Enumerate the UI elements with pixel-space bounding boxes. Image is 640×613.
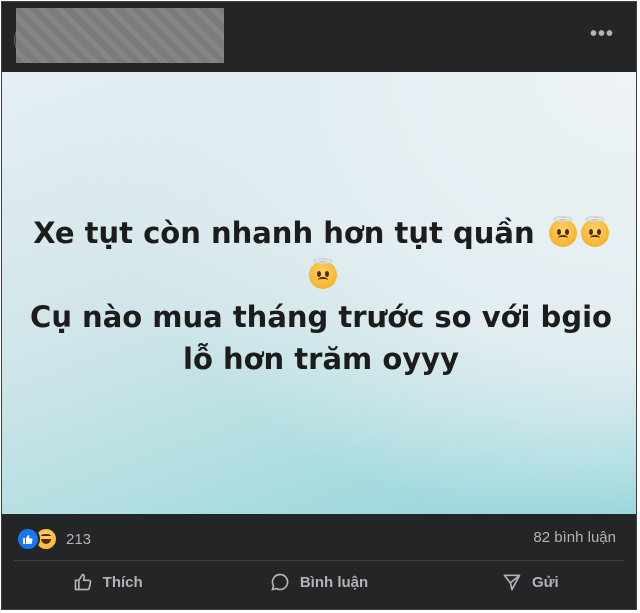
- reaction-count: 213: [66, 530, 92, 548]
- post-image-text: Xe tụt còn nhanh hơn tụt quần Cụ nào mua…: [26, 212, 616, 380]
- reactions-summary[interactable]: 213: [16, 527, 91, 551]
- caption-line-2: Cụ nào mua tháng trước so với bgio: [30, 300, 612, 334]
- like-label: Thích: [102, 573, 143, 591]
- like-reaction-icon: [16, 527, 40, 551]
- post-header: •••: [2, 2, 636, 72]
- worried-face-emoji-icon: [548, 216, 577, 247]
- share-button[interactable]: Gửi: [425, 562, 636, 602]
- comment-label: Bình luận: [299, 573, 369, 591]
- caption-line-3: lỗ hơn trăm oyyy: [183, 342, 459, 376]
- worried-face-emoji-icon: [309, 258, 337, 289]
- send-icon: [503, 574, 521, 591]
- worried-face-emoji-icon: [580, 216, 609, 247]
- divider: [14, 560, 624, 561]
- caption-line-emoji: [26, 254, 616, 296]
- thumbs-up-icon: [74, 573, 92, 591]
- comment-count[interactable]: 82 bình luận: [533, 529, 616, 546]
- post-card: ••• Xe tụt còn nhanh hơn tụt quần Cụ nào…: [1, 1, 637, 610]
- post-image[interactable]: Xe tụt còn nhanh hơn tụt quần Cụ nào mua…: [2, 72, 636, 514]
- redacted-author-name: [16, 8, 224, 63]
- post-stats: 213 82 bình luận: [2, 514, 636, 560]
- share-label: Gửi: [531, 573, 559, 591]
- caption-line-1: Xe tụt còn nhanh hơn tụt quần: [26, 212, 616, 254]
- comment-bubble-icon: [271, 573, 289, 591]
- action-bar: Thích Bình luận Gửi: [2, 562, 636, 602]
- comment-button[interactable]: Bình luận: [213, 562, 424, 602]
- more-options-icon[interactable]: •••: [590, 24, 614, 44]
- like-button[interactable]: Thích: [2, 562, 213, 602]
